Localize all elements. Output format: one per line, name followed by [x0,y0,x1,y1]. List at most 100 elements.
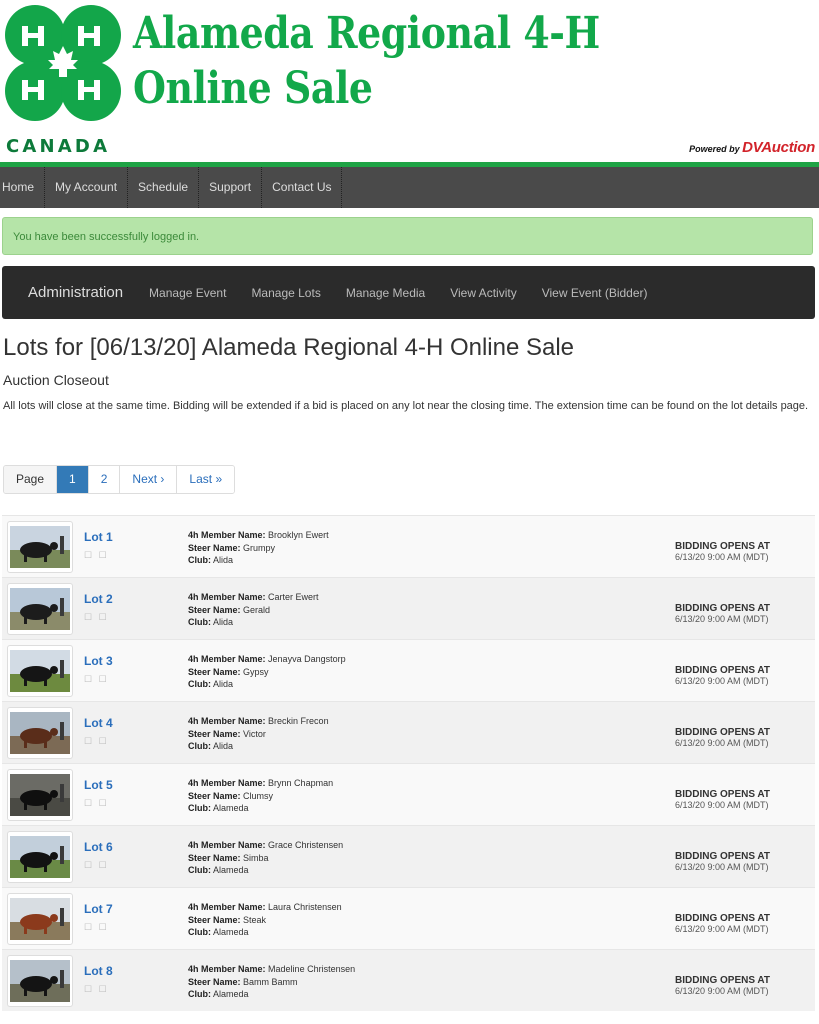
steer-name-label: Steer Name: [188,852,241,863]
lot-row: Lot 5 ☐ ☐ 4h Member Name: Brynn Chapman Ste… [2,763,815,825]
lot-checkbox-icons: ☐ ☐ [84,798,109,808]
club-line: Club: Alida [188,678,346,691]
bidding-open-time: 6/13/20 9:00 AM (MDT) [675,614,769,624]
admin-view-activity[interactable]: View Activity [450,286,516,300]
steer-name-value: Steak [243,914,267,925]
nav-my-account[interactable]: My Account [45,167,129,208]
lot-checkbox-icons: ☐ ☐ [84,550,109,560]
club-line: Club: Alida [188,554,329,567]
bidding-open-time: 6/13/20 9:00 AM (MDT) [675,552,769,562]
club-label: Club: [188,927,211,937]
nav-schedule[interactable]: Schedule [128,167,200,208]
lot-link[interactable]: Lot 1 [84,530,113,544]
club-value: Alameda [213,927,249,937]
club-value: Alida [213,741,234,751]
lot-checkbox-icons: ☐ ☐ [84,612,109,622]
admin-manage-media[interactable]: Manage Media [346,286,425,300]
lot-row: Lot 3 ☐ ☐ 4h Member Name: Jenayva Dangstor… [2,639,815,701]
login-success-alert: You have been successfully logged in. [2,217,813,255]
club-value: Alameda [213,989,249,999]
lot-thumbnail[interactable] [7,769,73,821]
bidding-open-time: 6/13/20 9:00 AM (MDT) [675,924,769,934]
page-title: Lots for [06/13/20] Alameda Regional 4-H… [3,334,575,361]
last-page-link[interactable]: Last » [177,466,235,493]
bidding-status-label: BIDDING OPENS AT [675,665,771,676]
lot-thumbnail[interactable] [7,955,73,1007]
steer-name-line: Steer Name: Bamm Bamm [188,976,355,989]
lot-thumbnail[interactable] [7,893,73,945]
bidding-status: BIDDING OPENS AT 6/13/20 9:00 AM (MDT) [675,914,770,935]
page-2-link[interactable]: 2 [88,466,121,493]
lot-link[interactable]: Lot 3 [84,654,113,668]
admin-manage-event[interactable]: Manage Event [149,286,226,300]
member-name-line: 4h Member Name: Madeline Christensen [188,963,355,976]
member-name-label: 4h Member Name: [188,778,266,788]
steer-name-label: Steer Name: [188,666,241,677]
page-description: All lots will close at the same time. Bi… [3,400,809,412]
member-name-line: 4h Member Name: Brynn Chapman [188,777,333,790]
steer-name-line: Steer Name: Simba [188,852,343,865]
lot-list: Lot 1 ☐ ☐ 4h Member Name: Brooklyn Ewert St… [2,515,815,1011]
next-page-link[interactable]: Next › [120,466,178,493]
lot-details: 4h Member Name: Brooklyn Ewert Steer Name… [188,529,329,567]
steer-name-line: Steer Name: Grumpy [188,542,329,555]
member-name-line: 4h Member Name: Grace Christensen [188,839,343,852]
steer-name-label: Steer Name: [188,790,241,801]
lot-checkbox-icons: ☐ ☐ [84,736,109,746]
lot-link[interactable]: Lot 4 [84,716,113,730]
lot-details: 4h Member Name: Carter Ewert Steer Name: … [188,591,319,629]
steer-name-line: Steer Name: Clumsy [188,790,333,803]
lot-link[interactable]: Lot 8 [84,964,113,978]
nav-support[interactable]: Support [199,167,263,208]
club-value: Alameda [213,865,249,875]
member-name-value: Grace Christensen [268,840,344,850]
club-line: Club: Alameda [188,864,343,877]
lot-row: Lot 4 ☐ ☐ 4h Member Name: Breckin Frecon St… [2,701,815,763]
nav-contact-us[interactable]: Contact Us [262,167,343,208]
lot-row: Lot 6 ☐ ☐ 4h Member Name: Grace Christense… [2,825,815,887]
lot-link[interactable]: Lot 6 [84,840,113,854]
bidding-status: BIDDING OPENS AT 6/13/20 9:00 AM (MDT) [675,542,770,563]
page-1-link[interactable]: 1 [57,466,89,493]
club-value: Alida [213,555,234,565]
bidding-open-time: 6/13/20 9:00 AM (MDT) [675,676,769,686]
lot-link[interactable]: Lot 2 [84,592,113,606]
lot-thumbnail[interactable] [7,707,73,759]
bidding-status-label: BIDDING OPENS AT [675,975,771,986]
site-title: Alameda Regional 4-H Online Sale [133,6,600,116]
lot-thumbnail[interactable] [7,521,73,573]
lot-details: 4h Member Name: Brynn Chapman Steer Name:… [188,777,333,815]
bidding-status: BIDDING OPENS AT 6/13/20 9:00 AM (MDT) [675,665,771,687]
member-name-line: 4h Member Name: Breckin Frecon [188,715,329,728]
steer-name-line: Steer Name: Victor [188,728,329,741]
steer-name-label: Steer Name: [188,976,241,987]
member-name-value: Breckin Frecon [268,716,329,726]
lot-thumbnail[interactable] [7,583,73,635]
member-name-label: 4h Member Name: [188,840,266,850]
lot-thumbnail[interactable] [7,831,73,883]
bidding-status: BIDDING OPENS AT 6/13/20 9:00 AM (MDT) [675,728,770,749]
4h-clover-logo [5,5,121,121]
member-name-value: Brynn Chapman [268,778,334,788]
nav-home[interactable]: Home [0,167,46,208]
admin-manage-lots[interactable]: Manage Lots [251,286,320,300]
club-value: Alameda [213,803,249,813]
admin-bar: Administration Manage Event Manage Lots … [2,266,815,319]
lot-link[interactable]: Lot 5 [84,778,113,792]
steer-name-line: Steer Name: Steak [188,914,342,927]
lot-row: Lot 8 ☐ ☐ 4h Member Name: Madeline Christe… [2,949,815,1011]
lot-link[interactable]: Lot 7 [84,902,113,916]
steer-name-label: Steer Name: [188,604,241,615]
member-name-line: 4h Member Name: Carter Ewert [188,591,319,604]
admin-view-event-bidder[interactable]: View Event (Bidder) [542,286,648,300]
steer-name-line: Steer Name: Gerald [188,604,319,617]
dvauction-logo: DVAuction [742,139,815,156]
steer-name-value: Grumpy [243,542,276,553]
pagination-label: Page [4,466,58,493]
member-name-label: 4h Member Name: [188,902,266,912]
steer-name-value: Victor [243,728,266,739]
admin-brand[interactable]: Administration [28,284,123,301]
top-nav: Home My Account Schedule Support Contact… [0,167,819,208]
lot-thumbnail[interactable] [7,645,73,697]
bidding-status-label: BIDDING OPENS AT [675,603,771,614]
